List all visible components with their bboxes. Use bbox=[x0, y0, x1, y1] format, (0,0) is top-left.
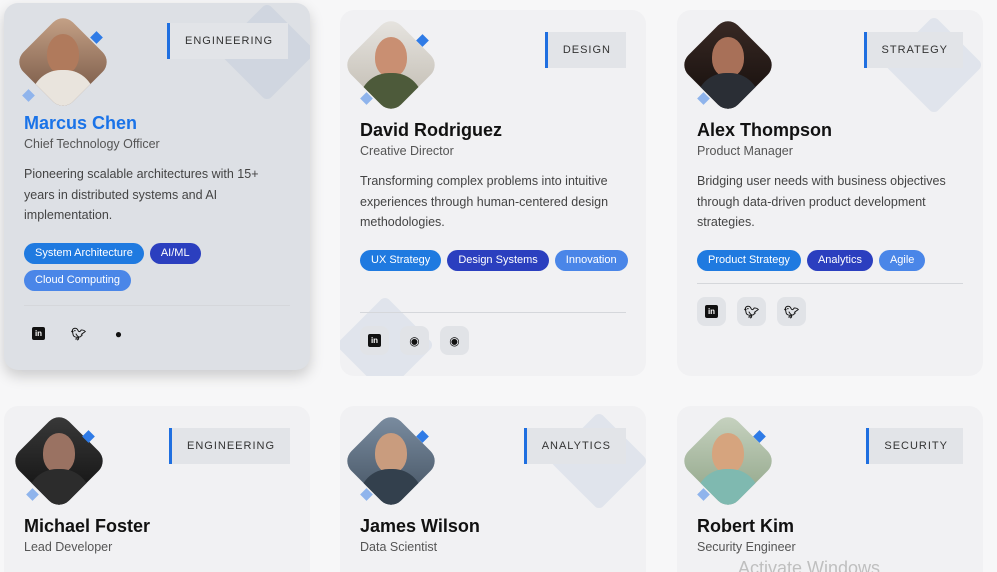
skill-badge: AI/ML bbox=[149, 243, 201, 264]
activation-watermark: Activate Windows bbox=[738, 558, 881, 572]
department-tag: ENGINEERING bbox=[168, 428, 290, 464]
skill-list: System Architecture AI/ML Cloud Computin… bbox=[24, 243, 294, 291]
member-bio: Bridging user needs with business object… bbox=[697, 174, 946, 229]
member-name: James Wilson bbox=[360, 516, 480, 536]
social-links: in 🐦︎ ● bbox=[24, 319, 133, 348]
department-tag: ANALYTICS bbox=[523, 428, 626, 464]
avatar bbox=[341, 411, 441, 511]
skill-badge: Cloud Computing bbox=[24, 270, 131, 291]
twitter-icon[interactable]: 🐦︎ bbox=[737, 297, 766, 326]
department-tag: ENGINEERING bbox=[166, 23, 288, 59]
linkedin-icon[interactable]: in bbox=[24, 319, 53, 348]
department-tag: SECURITY bbox=[866, 428, 963, 464]
divider bbox=[697, 283, 963, 284]
skill-badge: Product Strategy bbox=[697, 250, 801, 271]
team-card[interactable]: ENGINEERING Marcus Chen Chief Technology… bbox=[4, 3, 310, 370]
skill-badge: Analytics bbox=[806, 250, 873, 271]
skill-badge: UX Strategy bbox=[360, 250, 442, 271]
member-role: Product Manager bbox=[697, 144, 793, 158]
member-role: Creative Director bbox=[360, 144, 454, 158]
skill-badge: System Architecture bbox=[24, 243, 144, 264]
linkedin-icon[interactable]: in bbox=[697, 297, 726, 326]
member-name: Michael Foster bbox=[24, 516, 151, 536]
divider bbox=[360, 312, 626, 313]
team-card[interactable]: SECURITY Robert Kim Security Engineer bbox=[677, 406, 983, 572]
linkedin-icon[interactable]: in bbox=[360, 326, 389, 355]
skill-badge: Agile bbox=[878, 250, 926, 271]
avatar bbox=[9, 411, 109, 511]
avatar bbox=[678, 15, 778, 115]
twitter-icon[interactable]: 🐦︎ bbox=[777, 297, 806, 326]
member-bio: Transforming complex problems into intui… bbox=[360, 174, 609, 229]
dribbble-icon[interactable]: ◉ bbox=[440, 326, 469, 355]
skill-list: UX Strategy Design Systems Innovation bbox=[360, 250, 630, 271]
member-name: David Rodriguez bbox=[360, 120, 503, 140]
member-bio: Pioneering scalable architectures with 1… bbox=[24, 167, 259, 222]
skill-list: Product Strategy Analytics Agile bbox=[697, 250, 967, 271]
member-name: Marcus Chen bbox=[24, 113, 138, 133]
social-links: in 🐦︎ 🐦︎ bbox=[697, 297, 806, 326]
divider bbox=[24, 305, 290, 306]
team-card[interactable]: DESIGN David Rodriguez Creative Director… bbox=[340, 10, 646, 376]
skill-badge: Design Systems bbox=[447, 250, 549, 271]
member-role: Security Engineer bbox=[697, 540, 796, 554]
avatar bbox=[341, 15, 441, 115]
department-tag: DESIGN bbox=[544, 32, 626, 68]
department-tag: STRATEGY bbox=[863, 32, 963, 68]
social-links: in ◉ ◉ bbox=[360, 326, 469, 355]
team-card[interactable]: STRATEGY Alex Thompson Product Manager B… bbox=[677, 10, 983, 376]
dribbble-icon[interactable]: ◉ bbox=[400, 326, 429, 355]
avatar bbox=[13, 12, 113, 112]
twitter-icon[interactable]: 🐦︎ bbox=[64, 319, 93, 348]
skill-badge: Innovation bbox=[554, 250, 628, 271]
avatar bbox=[678, 411, 778, 511]
team-card[interactable]: ANALYTICS James Wilson Data Scientist bbox=[340, 406, 646, 572]
team-card[interactable]: ENGINEERING Michael Foster Lead Develope… bbox=[4, 406, 310, 572]
team-grid: ENGINEERING Marcus Chen Chief Technology… bbox=[0, 0, 997, 572]
member-role: Data Scientist bbox=[360, 540, 438, 554]
member-role: Lead Developer bbox=[24, 540, 113, 554]
github-icon[interactable]: ● bbox=[104, 319, 133, 348]
member-role: Chief Technology Officer bbox=[24, 137, 160, 151]
member-name: Robert Kim bbox=[697, 516, 795, 536]
member-name: Alex Thompson bbox=[697, 120, 833, 140]
